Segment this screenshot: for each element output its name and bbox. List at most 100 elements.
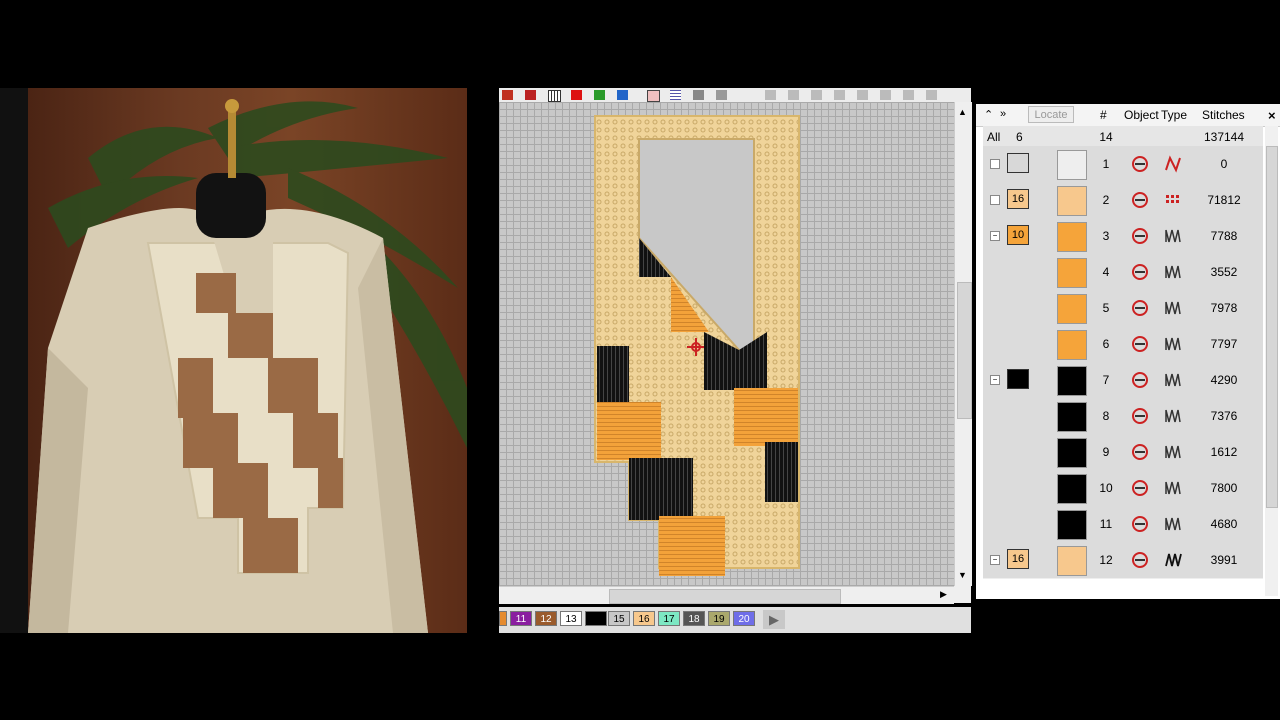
scale-icon[interactable] [903,90,914,100]
object-type-icon[interactable] [1129,406,1151,426]
frame-icon[interactable] [647,90,660,102]
vertical-scroll-thumb[interactable] [957,282,972,419]
row-color-box[interactable] [1007,369,1029,389]
object-type-icon[interactable] [1129,262,1151,282]
row-color-box[interactable]: 16 [1007,549,1029,569]
stitch-type-icon[interactable] [1164,190,1182,210]
canvas-vertical-scrollbar[interactable]: ▲ ▼ [954,102,972,586]
palette-swatch[interactable] [585,611,607,626]
object-type-icon[interactable] [1129,442,1151,462]
row-expand-toggle[interactable]: − [990,231,1000,241]
object-row[interactable]: 6 7797 [983,326,1263,363]
object-row[interactable]: 4 3552 [983,254,1263,291]
object-row[interactable]: 10 [983,146,1263,183]
stitch-type-icon[interactable] [1164,370,1182,390]
stitch-type-icon[interactable] [1164,226,1182,246]
palette-swatch[interactable]: 16 [633,611,655,626]
canvas-horizontal-scrollbar[interactable]: ▶ [499,586,954,604]
color-tool-icon[interactable] [571,90,582,100]
stitch-type-icon[interactable] [1164,442,1182,462]
distribute-icon[interactable] [716,90,727,100]
object-type-icon[interactable] [1129,190,1151,210]
object-number: 5 [1102,301,1110,315]
summary-stitches: 137144 [1203,130,1245,144]
object-type-icon[interactable] [1129,154,1151,174]
image-tool-icon[interactable] [617,90,628,100]
grid-icon[interactable] [548,90,561,102]
stitch-type-icon[interactable] [1164,514,1182,534]
flip-icon[interactable] [880,90,891,100]
stitch-type-icon[interactable] [1164,298,1182,318]
object-row[interactable]: 16 2 71812 [983,182,1263,219]
object-type-icon[interactable] [1129,514,1151,534]
collapse-up-icon[interactable]: ⌃ [984,108,993,121]
align-icon[interactable] [693,90,704,100]
palette-swatch[interactable]: 15 [608,611,630,626]
row-expand-toggle[interactable]: − [990,375,1000,385]
column-header-object[interactable]: Object [1124,108,1159,122]
object-type-icon[interactable] [1129,334,1151,354]
object-thumbnail [1057,510,1087,540]
object-type-icon[interactable] [1129,370,1151,390]
palette-swatch[interactable]: 18 [683,611,705,626]
palette-swatch[interactable]: 20 [733,611,755,626]
object-number: 8 [1102,409,1110,423]
object-type-icon[interactable] [1129,298,1151,318]
palette-swatch[interactable]: 12 [535,611,557,626]
row-color-box[interactable] [1007,153,1029,173]
stitch-type-icon[interactable] [1164,154,1182,174]
object-type-icon[interactable] [1129,226,1151,246]
column-header-number[interactable]: # [1100,108,1107,122]
locate-button[interactable]: Locate [1028,106,1074,123]
undo-icon[interactable] [765,90,776,100]
stitch-type-icon[interactable] [1164,262,1182,282]
object-thumbnail [1057,474,1087,504]
stitch-type-icon[interactable] [1164,478,1182,498]
row-expand-toggle[interactable]: − [990,555,1000,565]
palette-swatch[interactable]: 11 [510,611,532,626]
palette-swatch[interactable]: 13 [560,611,582,626]
stitch-type-icon[interactable] [1164,334,1182,354]
object-row[interactable]: −10 3 7788 [983,218,1263,255]
stitch-type-icon[interactable] [1164,406,1182,426]
object-type-icon[interactable] [1129,550,1151,570]
horizontal-scroll-thumb[interactable] [609,589,841,604]
scroll-down-arrow-icon[interactable]: ▼ [958,570,967,580]
object-list-scroll-thumb[interactable] [1266,146,1278,508]
object-row[interactable]: 5 7978 [983,290,1263,327]
palette-swatch[interactable] [499,611,507,626]
needle-tool-icon[interactable] [525,90,536,100]
palette-next-arrow-icon[interactable]: ▶ [763,610,785,629]
stitch-type-icon[interactable] [1164,550,1182,570]
palette-swatch[interactable]: 17 [658,611,680,626]
rotate-icon[interactable] [811,90,822,100]
scroll-up-arrow-icon[interactable]: ▲ [958,107,967,117]
row-color-box[interactable]: 10 [1007,225,1029,245]
redo-icon[interactable] [788,90,799,100]
object-row[interactable]: 9 1612 [983,434,1263,471]
graph-tool-icon[interactable] [594,90,605,100]
object-row[interactable]: 11 4680 [983,506,1263,543]
column-header-stitches[interactable]: Stitches [1202,108,1245,122]
object-row[interactable]: −16 12 3991 [983,542,1263,579]
design-canvas[interactable] [499,102,954,586]
group-icon[interactable] [926,90,937,100]
rotate-left-icon[interactable] [834,90,845,100]
table-icon[interactable] [670,90,681,100]
close-panel-icon[interactable]: × [1268,108,1280,123]
object-row[interactable]: 8 7376 [983,398,1263,435]
palette-swatch[interactable]: 19 [708,611,730,626]
object-row[interactable]: 10 7800 [983,470,1263,507]
scroll-right-arrow-icon[interactable]: ▶ [940,589,947,600]
row-expand-toggle[interactable] [990,159,1000,169]
column-header-type[interactable]: Type [1161,108,1187,122]
object-list-scrollbar[interactable] [1265,126,1278,596]
object-type-icon[interactable] [1129,478,1151,498]
draw-tool-icon[interactable] [502,90,513,100]
mirror-icon[interactable] [857,90,868,100]
object-number: 3 [1102,229,1110,243]
row-color-box[interactable]: 16 [1007,189,1029,209]
row-expand-toggle[interactable] [990,195,1000,205]
object-row[interactable]: − 7 4290 [983,362,1263,399]
expand-all-icon[interactable]: » [1000,108,1006,120]
